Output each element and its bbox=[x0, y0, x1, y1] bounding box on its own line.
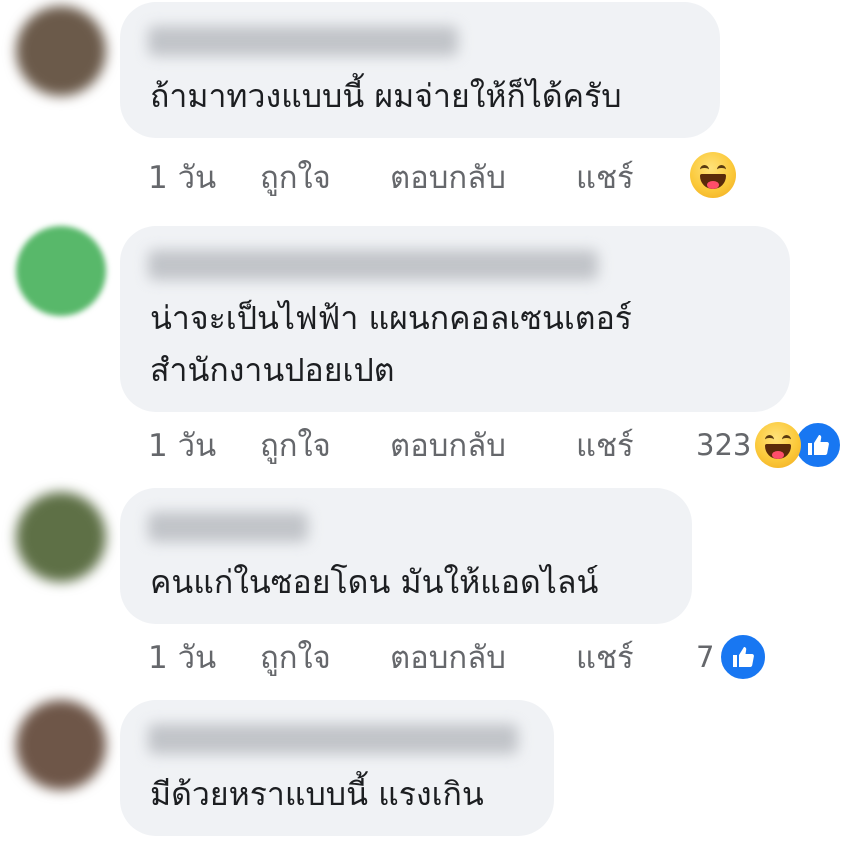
comment-time[interactable]: 1 วัน bbox=[148, 420, 260, 470]
reply-button[interactable]: ตอบกลับ bbox=[390, 420, 576, 470]
comment-text: สำนักงานปอยเปต bbox=[150, 351, 395, 389]
like-button[interactable]: ถูกใจ bbox=[260, 152, 390, 202]
comment-text: มีด้วยหราแบบนี้ แรงเกิน bbox=[150, 775, 484, 813]
commenter-name[interactable] bbox=[148, 724, 518, 754]
share-button[interactable]: แชร์ bbox=[576, 632, 686, 682]
commenter-name[interactable] bbox=[148, 512, 308, 542]
comment-bubble: มีด้วยหราแบบนี้ แรงเกิน bbox=[120, 700, 554, 836]
comment-text: คนแก่ในซอยโดน มันให้แอดไลน์ bbox=[150, 563, 599, 601]
comment-bubble: น่าจะเป็นไฟฟ้า แผนกคอลเซนเตอร์ สำนักงานป… bbox=[120, 226, 790, 412]
reaction-summary[interactable]: 7 bbox=[696, 632, 769, 682]
avatar[interactable] bbox=[16, 700, 106, 790]
comment-bubble: ถ้ามาทวงแบบนี้ ผมจ่ายให้ก็ได้ครับ bbox=[120, 2, 720, 138]
haha-icon bbox=[755, 422, 802, 468]
reaction-count: 7 bbox=[696, 640, 715, 674]
like-button[interactable]: ถูกใจ bbox=[260, 420, 390, 470]
comment-text: น่าจะเป็นไฟฟ้า แผนกคอลเซนเตอร์ bbox=[150, 299, 632, 337]
comment-actions: 1 วัน ถูกใจ ตอบกลับ แชร์ bbox=[148, 632, 686, 682]
reply-button[interactable]: ตอบกลับ bbox=[390, 152, 576, 202]
avatar[interactable] bbox=[16, 226, 106, 316]
reaction-summary[interactable] bbox=[690, 150, 736, 200]
avatar[interactable] bbox=[16, 492, 106, 582]
like-button[interactable]: ถูกใจ bbox=[260, 632, 390, 682]
commenter-name[interactable] bbox=[148, 26, 458, 56]
comment-bubble: คนแก่ในซอยโดน มันให้แอดไลน์ bbox=[120, 488, 692, 624]
reaction-summary[interactable]: 323 bbox=[696, 420, 844, 470]
like-icon bbox=[718, 632, 769, 682]
haha-icon bbox=[690, 152, 736, 198]
reply-button[interactable]: ตอบกลับ bbox=[390, 632, 576, 682]
commenter-name[interactable] bbox=[148, 250, 598, 280]
share-button[interactable]: แชร์ bbox=[576, 420, 686, 470]
share-button[interactable]: แชร์ bbox=[576, 152, 686, 202]
comment-actions: 1 วัน ถูกใจ ตอบกลับ แชร์ bbox=[148, 152, 686, 202]
reaction-count: 323 bbox=[696, 428, 752, 462]
comment-actions: 1 วัน ถูกใจ ตอบกลับ แชร์ bbox=[148, 420, 686, 470]
avatar[interactable] bbox=[16, 6, 106, 96]
comment-time[interactable]: 1 วัน bbox=[148, 632, 260, 682]
comment-time[interactable]: 1 วัน bbox=[148, 152, 260, 202]
comment-text: ถ้ามาทวงแบบนี้ ผมจ่ายให้ก็ได้ครับ bbox=[150, 77, 622, 115]
